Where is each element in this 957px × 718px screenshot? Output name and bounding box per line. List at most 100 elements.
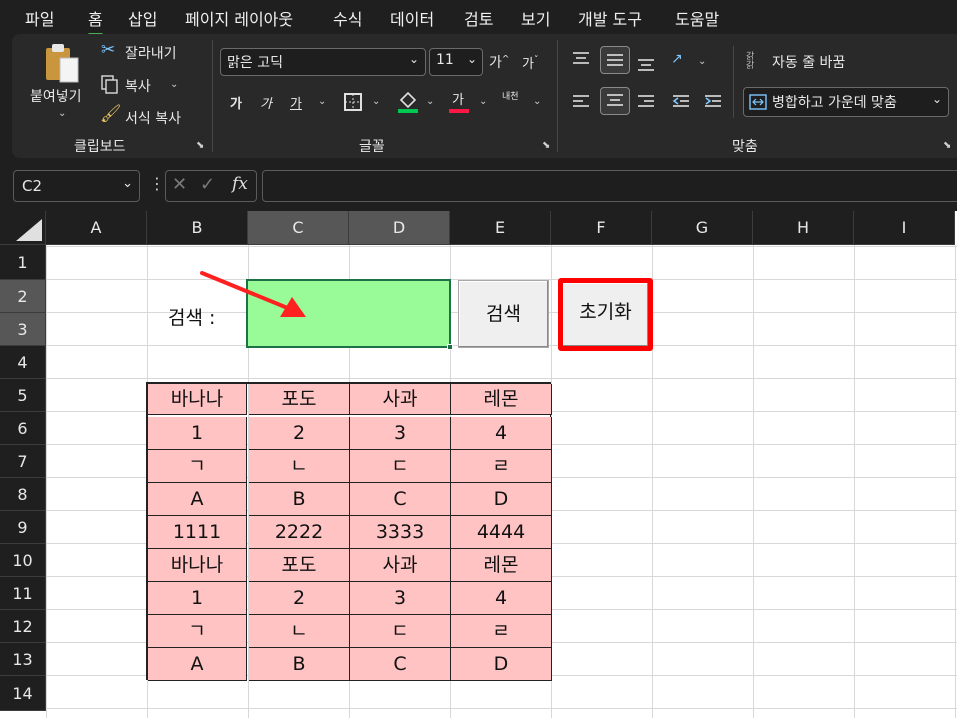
menu-home[interactable]: 홈	[88, 6, 103, 36]
format-painter-label[interactable]: 서식 복사	[125, 108, 181, 128]
italic-button[interactable]: 가	[260, 93, 272, 112]
row-header-5[interactable]: 5	[0, 379, 46, 412]
row-header-9[interactable]: 9	[0, 511, 46, 544]
menu-formulas[interactable]: 수식	[333, 6, 362, 30]
font-launcher-icon[interactable]: ⬊	[542, 140, 550, 151]
row-header-13[interactable]: 13	[0, 643, 46, 676]
table-cell[interactable]: 레몬	[451, 549, 552, 582]
fill-color-icon[interactable]	[397, 90, 419, 114]
paste-icon[interactable]	[44, 42, 82, 84]
formula-input[interactable]	[262, 170, 957, 202]
row-header-3[interactable]: 3	[0, 313, 46, 346]
table-cell[interactable]: 2	[249, 417, 350, 450]
table-cell[interactable]: C	[350, 483, 451, 516]
bold-button[interactable]: 가	[230, 93, 242, 112]
row-header-11[interactable]: 11	[0, 577, 46, 610]
table-cell[interactable]: ㄷ	[350, 450, 451, 483]
table-cell[interactable]: 1111	[148, 516, 247, 549]
wrap-text-button[interactable]: 자동 줄 바꿈	[772, 52, 845, 72]
reset-button[interactable]: 초기화	[558, 278, 653, 351]
table-cell[interactable]: 4	[451, 417, 552, 450]
clipboard-launcher-icon[interactable]: ⬊	[196, 140, 204, 151]
table-cell[interactable]: D	[451, 648, 552, 681]
table-cell[interactable]: 3333	[350, 516, 451, 549]
menu-view[interactable]: 보기	[521, 6, 550, 30]
enter-icon[interactable]: ✓	[200, 174, 215, 195]
table-cell[interactable]: ㄴ	[249, 450, 350, 483]
table-cell[interactable]: 바나나	[148, 384, 247, 415]
column-header-f[interactable]: F	[551, 211, 652, 245]
row-header-8[interactable]: 8	[0, 478, 46, 511]
orientation-dropdown-icon[interactable]: ⌄	[698, 56, 706, 67]
phonetic-button[interactable]: 내천	[502, 89, 519, 102]
column-header-a[interactable]: A	[46, 211, 147, 245]
align-left-icon[interactable]	[571, 93, 591, 111]
row-header-1[interactable]: 1	[0, 245, 46, 280]
menu-file[interactable]: 파일	[25, 6, 54, 30]
row-header-2[interactable]: 2	[0, 280, 46, 313]
alignment-launcher-icon[interactable]: ⬊	[943, 140, 951, 151]
menu-developer[interactable]: 개발 도구	[578, 6, 642, 30]
search-button[interactable]: 검색	[458, 280, 549, 348]
cancel-icon[interactable]: ✕	[172, 174, 187, 195]
menu-help[interactable]: 도움말	[675, 6, 719, 30]
table-cell[interactable]: 4444	[451, 516, 552, 549]
copy-dropdown-icon[interactable]: ⌄	[170, 79, 178, 90]
copy-label[interactable]: 복사	[125, 76, 151, 96]
shrink-font-button[interactable]: 가ˇ	[522, 53, 538, 72]
more-options-icon[interactable]: ⋮	[149, 174, 165, 193]
cut-label[interactable]: 잘라내기	[125, 43, 177, 63]
table-cell[interactable]: A	[148, 648, 247, 681]
table-cell[interactable]: 포도	[249, 384, 350, 415]
table-cell[interactable]: B	[249, 483, 350, 516]
column-header-d[interactable]: D	[349, 211, 450, 245]
align-top-icon[interactable]	[571, 50, 591, 68]
fill-color-dropdown-icon[interactable]: ⌄	[426, 96, 434, 107]
paste-dropdown-icon[interactable]: ⌄	[58, 108, 66, 119]
align-center-button[interactable]	[600, 87, 630, 115]
row-header-10[interactable]: 10	[0, 544, 46, 577]
table-cell[interactable]: 바나나	[148, 549, 247, 582]
column-header-e[interactable]: E	[450, 211, 551, 245]
table-cell[interactable]: A	[148, 483, 247, 516]
table-cell[interactable]: 1	[148, 582, 247, 615]
decrease-indent-icon[interactable]	[671, 93, 691, 111]
align-middle-button[interactable]	[600, 46, 630, 74]
column-header-i[interactable]: I	[854, 211, 955, 245]
table-cell[interactable]: 1	[148, 417, 247, 450]
table-cell[interactable]: ㄱ	[148, 615, 247, 648]
table-cell[interactable]: 3	[350, 582, 451, 615]
row-header-12[interactable]: 12	[0, 610, 46, 643]
table-cell[interactable]: 레몬	[451, 384, 552, 415]
borders-icon[interactable]	[343, 92, 363, 112]
orientation-icon[interactable]: ↗	[671, 51, 683, 67]
menu-review[interactable]: 검토	[464, 6, 493, 30]
table-cell[interactable]: 2222	[249, 516, 350, 549]
merge-center-select[interactable]: 병합하고 가운데 맞춤 ⌄	[743, 87, 949, 117]
paste-label[interactable]: 붙여넣기	[30, 86, 82, 106]
table-cell[interactable]: D	[451, 483, 552, 516]
grow-font-button[interactable]: 가^	[489, 52, 509, 72]
align-bottom-icon[interactable]	[636, 54, 656, 72]
align-right-icon[interactable]	[636, 93, 656, 111]
table-cell[interactable]: 사과	[350, 549, 451, 582]
fill-handle[interactable]	[447, 344, 453, 350]
table-cell[interactable]: ㄹ	[451, 450, 552, 483]
table-cell[interactable]: 포도	[249, 549, 350, 582]
row-header-4[interactable]: 4	[0, 346, 46, 379]
insert-function-icon[interactable]: fx	[232, 174, 248, 194]
menu-data[interactable]: 데이터	[390, 6, 434, 30]
column-header-h[interactable]: H	[753, 211, 854, 245]
phonetic-dropdown-icon[interactable]: ⌄	[533, 96, 541, 107]
table-cell[interactable]: B	[249, 648, 350, 681]
name-box[interactable]: C2 ⌄	[13, 170, 140, 202]
table-cell[interactable]: ㄹ	[451, 615, 552, 648]
increase-indent-icon[interactable]	[703, 93, 723, 111]
font-size-select[interactable]: 11 ⌄	[429, 48, 483, 76]
column-header-g[interactable]: G	[652, 211, 753, 245]
row-header-7[interactable]: 7	[0, 445, 46, 478]
table-cell[interactable]: ㄷ	[350, 615, 451, 648]
column-header-b[interactable]: B	[147, 211, 248, 245]
table-cell[interactable]: 2	[249, 582, 350, 615]
table-cell[interactable]: 4	[451, 582, 552, 615]
